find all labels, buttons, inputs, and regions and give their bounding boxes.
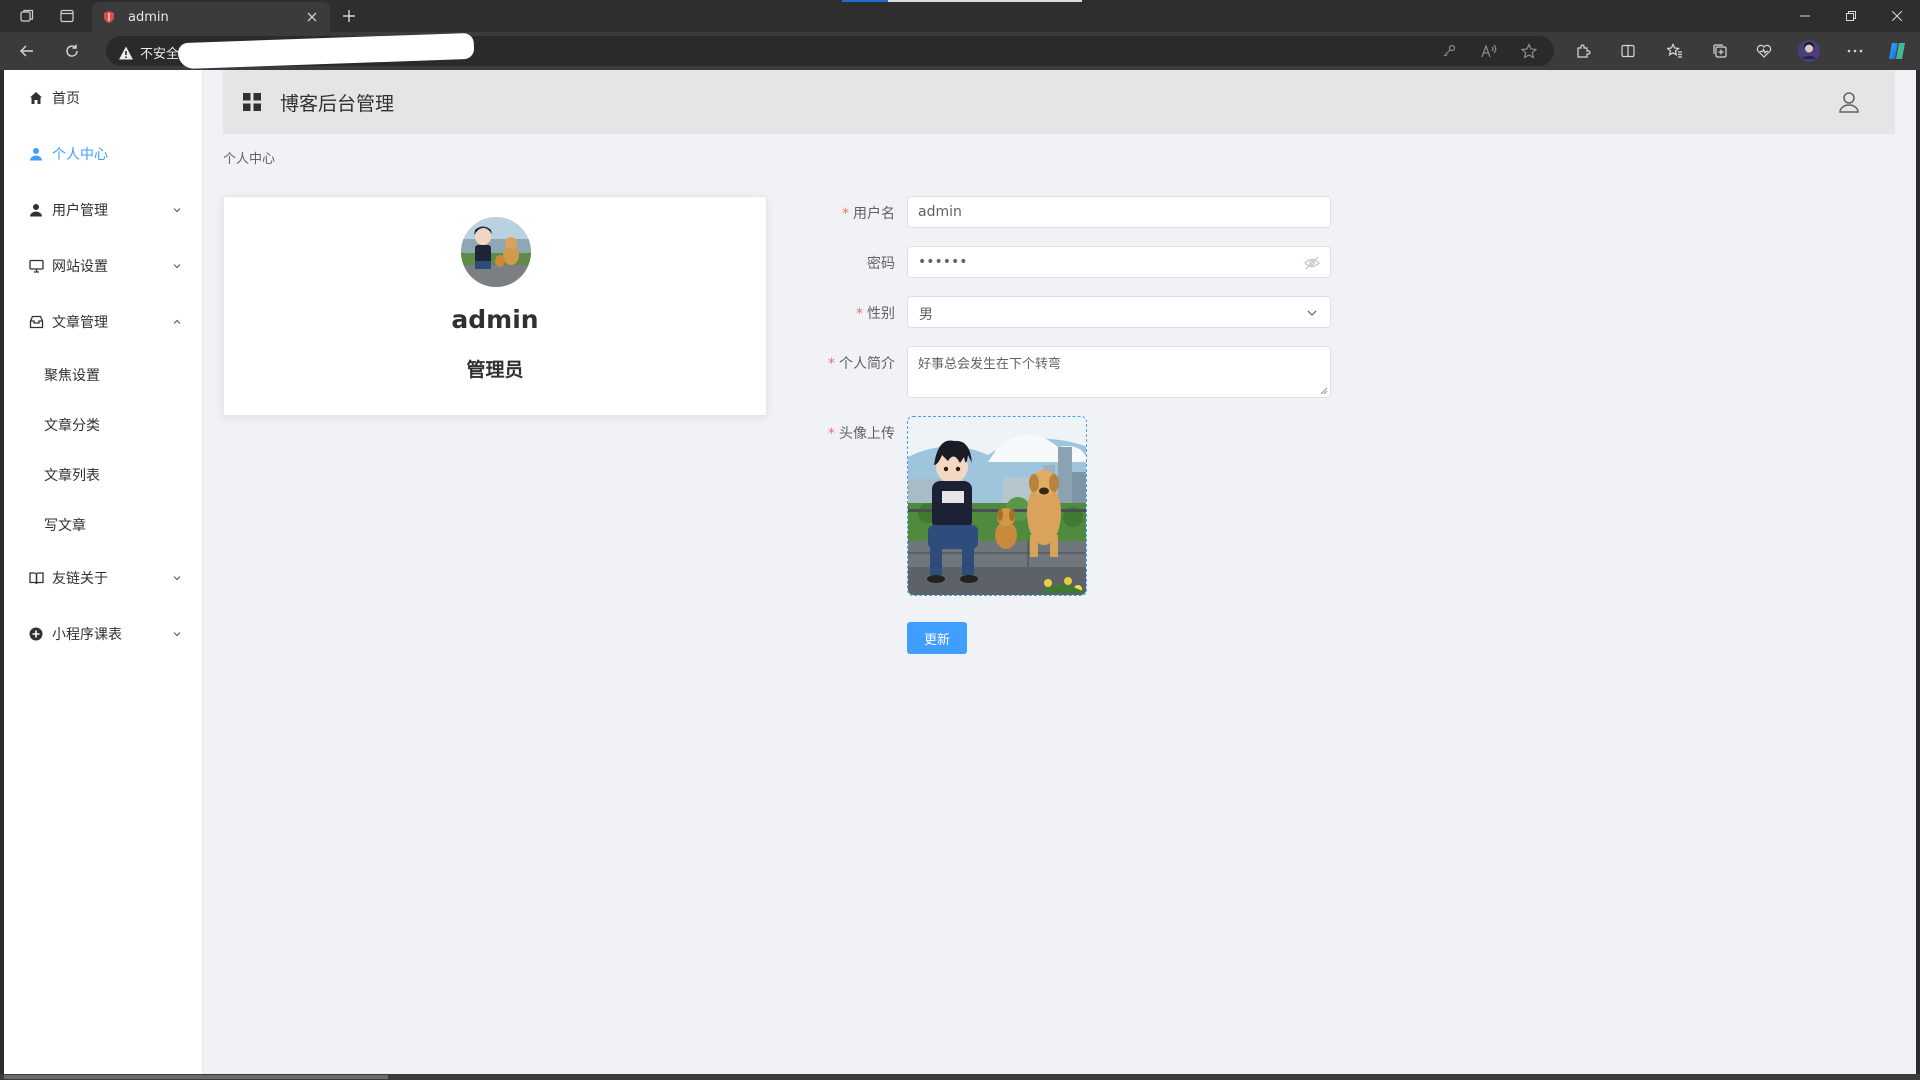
redacted-url (177, 32, 475, 70)
sidebar: 首页 个人中心 用户管理 网站设置 文章管理 聚焦设置 文章分类 文章列表 写文… (4, 70, 203, 1074)
scrollbar-thumb[interactable] (4, 1075, 388, 1079)
extensions-icon[interactable] (1572, 40, 1594, 62)
user-icon (28, 146, 44, 162)
close-tab-icon[interactable] (304, 9, 320, 25)
sidebar-item-label: 友链关于 (52, 571, 108, 587)
submenu-item-write-article[interactable]: 写文章 (4, 500, 203, 550)
favorite-star-icon[interactable] (1520, 42, 1538, 60)
sidebar-item-label: 首页 (52, 91, 80, 107)
top-header: 博客后台管理 (223, 70, 1895, 134)
profile-role: 管理员 (466, 359, 524, 381)
breadcrumb: 个人中心 (223, 152, 276, 167)
chevron-down-icon (1307, 310, 1317, 316)
minimize-icon[interactable] (1782, 0, 1828, 32)
bio-label: * 个人简介 (828, 356, 895, 372)
username-field[interactable] (907, 196, 1331, 228)
sidebar-item-label: 小程序课表 (52, 627, 122, 643)
avatar-upload-label: * 头像上传 (828, 426, 895, 442)
update-button[interactable]: 更新 (907, 622, 967, 654)
submenu-item-label: 文章列表 (44, 468, 100, 484)
home-icon (28, 90, 44, 106)
chevron-up-icon (173, 319, 181, 324)
chevron-down-icon (173, 576, 181, 581)
submenu-item-article-category[interactable]: 文章分类 (4, 400, 203, 450)
username-label: * 用户名 (842, 206, 895, 222)
password-field[interactable] (907, 246, 1331, 278)
submenu-item-article-list[interactable]: 文章列表 (4, 450, 203, 500)
plus-circle-icon (28, 626, 44, 642)
loading-track (888, 0, 1082, 2)
window-close-icon[interactable] (1874, 0, 1920, 32)
sidebar-item-mini-program-schedule[interactable]: 小程序课表 (4, 606, 203, 662)
tab-title: admin (128, 9, 169, 25)
sidebar-item-label: 文章管理 (52, 315, 108, 331)
sidebar-item-article-management[interactable]: 文章管理 (4, 294, 203, 350)
password-label: 密码 (867, 256, 895, 272)
collections-icon[interactable] (1709, 40, 1731, 62)
menu-grid-icon[interactable] (242, 92, 262, 112)
submenu-item-focus-settings[interactable]: 聚焦设置 (4, 350, 203, 400)
read-aloud-icon[interactable] (1480, 42, 1498, 60)
monitor-icon (28, 258, 44, 274)
security-label: 不安全 (140, 47, 180, 62)
submenu-item-label: 写文章 (44, 518, 86, 534)
profile-name: admin (451, 305, 539, 334)
sidebar-item-label: 用户管理 (52, 203, 108, 219)
user-group-icon (28, 202, 44, 218)
avatar-preview-image (908, 417, 1086, 595)
username-input[interactable] (908, 197, 1330, 227)
box-icon (28, 314, 44, 330)
address-bar[interactable]: 不安全 (106, 32, 1554, 70)
back-icon[interactable] (16, 40, 38, 62)
sidebar-item-label: 个人中心 (52, 147, 108, 163)
favorites-icon[interactable] (1664, 40, 1686, 62)
profile-card: admin 管理员 (223, 196, 767, 416)
sidebar-item-home[interactable]: 首页 (4, 70, 203, 126)
gender-label: * 性别 (856, 306, 895, 322)
loading-indicator (842, 0, 888, 2)
key-icon[interactable] (1440, 42, 1458, 60)
avatar-uploader[interactable] (907, 416, 1087, 596)
chevron-down-icon (173, 264, 181, 269)
user-account-icon[interactable] (1837, 90, 1861, 114)
sidebar-item-links-about[interactable]: 友链关于 (4, 550, 203, 606)
refresh-icon[interactable] (61, 40, 83, 62)
bio-textarea[interactable]: 好事总会发生在下个转弯 (908, 347, 1330, 397)
eye-hidden-icon[interactable] (1304, 255, 1320, 271)
copilot-icon[interactable] (1886, 40, 1908, 62)
sidebar-item-site-settings[interactable]: 网站设置 (4, 238, 203, 294)
warning-icon (119, 46, 133, 59)
page-viewport: 首页 个人中心 用户管理 网站设置 文章管理 聚焦设置 文章分类 文章列表 写文… (4, 70, 1916, 1074)
split-screen-icon[interactable] (1617, 40, 1639, 62)
security-indicator[interactable]: 不安全 (118, 43, 179, 62)
resize-handle-icon[interactable] (1320, 387, 1328, 395)
main-content: 博客后台管理 个人中心 admin 管理员 * 用户名 admin 密码 * 性… (203, 70, 1916, 1074)
new-tab-icon[interactable] (338, 5, 360, 27)
chevron-down-icon (173, 632, 181, 637)
browser-toolbar: 不安全 (0, 32, 1920, 70)
gender-selected-value: 男 (919, 307, 933, 323)
chevron-down-icon (173, 208, 181, 213)
more-options-icon[interactable] (1844, 40, 1866, 62)
browser-tab-bar: admin (0, 0, 1920, 32)
app-title: 博客后台管理 (280, 92, 395, 115)
horizontal-scrollbar[interactable] (0, 1074, 1920, 1080)
site-favicon-icon (104, 11, 114, 23)
workspaces-icon[interactable] (16, 5, 38, 27)
sidebar-item-label: 网站设置 (52, 259, 108, 275)
password-input[interactable] (908, 247, 1330, 277)
submenu-item-label: 文章分类 (44, 418, 100, 434)
book-icon (28, 570, 44, 586)
bio-field[interactable]: 好事总会发生在下个转弯 (907, 346, 1331, 398)
gender-select[interactable]: 男 (907, 296, 1331, 328)
profile-avatar-icon[interactable] (1798, 40, 1820, 62)
sidebar-item-user-management[interactable]: 用户管理 (4, 182, 203, 238)
tab-actions-icon[interactable] (56, 5, 78, 27)
browser-tab[interactable]: admin (92, 2, 330, 32)
sidebar-item-profile[interactable]: 个人中心 (4, 126, 203, 182)
restore-icon[interactable] (1828, 0, 1874, 32)
avatar (461, 217, 531, 287)
submenu-item-label: 聚焦设置 (44, 368, 100, 384)
performance-icon[interactable] (1753, 40, 1775, 62)
